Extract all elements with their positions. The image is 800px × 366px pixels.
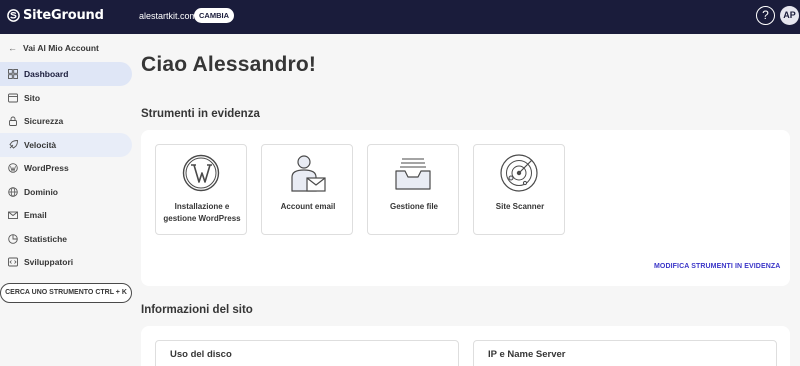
- sidebar-item-label: Sviluppatori: [24, 257, 74, 267]
- grid-icon: [8, 69, 18, 79]
- site-domain: alestartkit.com: [139, 11, 198, 21]
- globe-icon: [8, 187, 18, 197]
- sidebar-item-sviluppatori[interactable]: Sviluppatori: [0, 250, 132, 274]
- tool-card-file-manager[interactable]: Gestione file: [367, 144, 459, 235]
- logo-swirl-icon: [7, 9, 20, 22]
- search-tool-button[interactable]: CERCA UNO STRUMENTO CTRL + K: [0, 283, 132, 303]
- page-title: Ciao Alessandro!: [141, 53, 317, 76]
- back-to-account-link[interactable]: ← Vai Al Mio Account: [8, 43, 99, 53]
- sidebar: ← Vai Al Mio Account Dashboard Sito Sicu…: [0, 34, 133, 366]
- info-card-label: Uso del disco: [170, 349, 232, 360]
- sidebar-item-dominio[interactable]: Dominio: [0, 180, 132, 204]
- info-card-ip-nameservers: IP e Name Server: [473, 340, 777, 366]
- help-button[interactable]: ?: [756, 6, 775, 25]
- sidebar-item-velocita[interactable]: Velocità: [0, 133, 132, 157]
- site-info-panel: Uso del disco IP e Name Server: [141, 326, 790, 366]
- site-icon: [8, 93, 18, 103]
- arrow-left-icon: ←: [8, 43, 17, 53]
- user-mail-icon: [291, 155, 326, 192]
- sidebar-item-sicurezza[interactable]: Sicurezza: [0, 109, 132, 133]
- chart-icon: [8, 234, 18, 244]
- sidebar-item-label: Sicurezza: [24, 116, 64, 126]
- radar-icon: [500, 154, 538, 192]
- mail-icon: [8, 210, 18, 220]
- top-bar: SiteGround alestartkit.com CAMBIA ? AP: [0, 0, 800, 34]
- tool-card-email-account[interactable]: Account email: [261, 144, 353, 235]
- sidebar-item-statistiche[interactable]: Statistiche: [0, 227, 132, 251]
- featured-tools-title: Strumenti in evidenza: [141, 108, 260, 120]
- tool-card-wordpress[interactable]: Installazione e gestione WordPress: [155, 144, 247, 235]
- siteground-logo[interactable]: SiteGround: [7, 8, 104, 23]
- sidebar-item-label: Email: [24, 210, 47, 220]
- site-info-title: Informazioni del sito: [141, 304, 253, 316]
- featured-tools-panel: Installazione e gestione WordPress Accou…: [141, 130, 790, 286]
- sidebar-item-label: Dashboard: [24, 69, 69, 79]
- rocket-icon: [8, 140, 18, 150]
- back-link-label: Vai Al Mio Account: [23, 43, 99, 53]
- sidebar-item-email[interactable]: Email: [0, 203, 132, 227]
- tool-card-site-scanner[interactable]: Site Scanner: [473, 144, 565, 235]
- sidebar-item-label: Statistiche: [24, 234, 67, 244]
- edit-featured-tools-link[interactable]: MODIFICA STRUMENTI IN EVIDENZA: [654, 263, 780, 270]
- file-tray-icon: [395, 158, 431, 190]
- sidebar-item-label: Velocità: [24, 140, 57, 150]
- change-site-button[interactable]: CAMBIA: [194, 8, 234, 23]
- sidebar-item-wordpress[interactable]: WordPress: [0, 156, 132, 180]
- sidebar-item-label: WordPress: [24, 163, 69, 173]
- sidebar-item-label: Dominio: [24, 187, 58, 197]
- logo-text: SiteGround: [23, 8, 104, 23]
- sidebar-item-sito[interactable]: Sito: [0, 86, 132, 110]
- info-card-label: IP e Name Server: [488, 349, 566, 360]
- tool-card-label: Installazione e gestione WordPress: [163, 202, 241, 223]
- question-icon: ?: [762, 8, 769, 22]
- sidebar-item-label: Sito: [24, 93, 41, 103]
- lock-icon: [8, 116, 18, 126]
- tool-card-label: Site Scanner: [495, 202, 545, 211]
- sidebar-item-dashboard[interactable]: Dashboard: [0, 62, 132, 86]
- tool-card-label: Gestione file: [389, 202, 438, 211]
- info-card-disk-usage: Uso del disco: [155, 340, 459, 366]
- avatar[interactable]: AP: [780, 6, 799, 25]
- code-icon: [8, 257, 18, 267]
- wordpress-logo-icon: [182, 154, 220, 192]
- tool-card-label: Account email: [280, 202, 336, 211]
- wordpress-icon: [8, 163, 18, 173]
